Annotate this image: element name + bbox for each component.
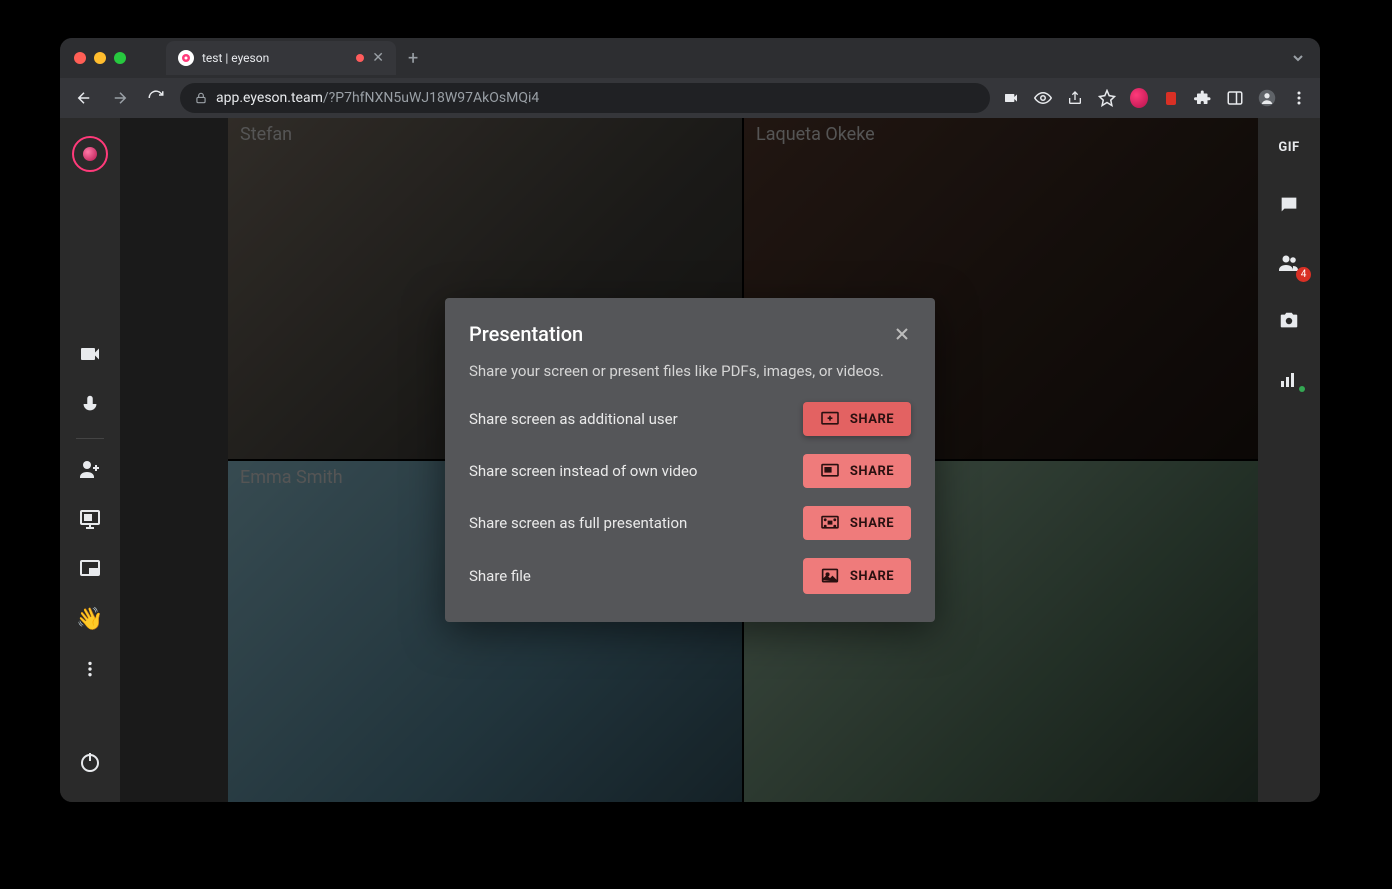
chat-button[interactable]: [1269, 190, 1309, 220]
new-tab-button[interactable]: +: [408, 48, 418, 69]
pip-button[interactable]: [70, 547, 110, 591]
profile-avatar-icon[interactable]: [1258, 89, 1276, 107]
image-file-icon: [820, 567, 840, 585]
mic-toggle[interactable]: [70, 382, 110, 426]
window-controls: [74, 52, 126, 64]
extension-eyeson-icon[interactable]: [1130, 89, 1148, 107]
eyeson-logo[interactable]: [72, 136, 108, 172]
presentation-modal: Presentation Share your screen or presen…: [445, 298, 935, 622]
tabs-dropdown-icon[interactable]: [1290, 50, 1306, 66]
connection-good-icon: [1299, 386, 1305, 392]
extensions-puzzle-icon[interactable]: [1194, 89, 1212, 107]
browser-toolbar: app.eyeson.team/?P7hfNXN5uWJ18W97AkOsMQi…: [60, 78, 1320, 118]
camera-indicator-icon[interactable]: [1002, 89, 1020, 107]
share-label: Share screen as additional user: [469, 410, 678, 428]
toolbar-actions: [1002, 89, 1308, 107]
forward-button[interactable]: [108, 86, 132, 110]
eye-icon[interactable]: [1034, 89, 1052, 107]
rail-separator: [76, 438, 104, 439]
leave-call-button[interactable]: [70, 740, 110, 784]
snapshot-button[interactable]: [1269, 306, 1309, 336]
address-bar[interactable]: app.eyeson.team/?P7hfNXN5uWJ18W97AkOsMQi…: [180, 83, 990, 113]
tab-close-icon[interactable]: ✕: [372, 50, 384, 66]
share-full-presentation-button[interactable]: SHARE: [803, 506, 911, 540]
share-label: Share screen instead of own video: [469, 462, 697, 480]
app-content: 👋 Stefan Laqueta Okeke Emma Smith: [60, 118, 1320, 802]
tab-title: test | eyeson: [202, 51, 269, 65]
lock-icon: [194, 91, 208, 105]
modal-title: Presentation: [469, 322, 583, 346]
screen-add-icon: [820, 411, 840, 427]
share-label: Share screen as full presentation: [469, 514, 687, 532]
browser-tab[interactable]: test | eyeson ✕: [166, 41, 396, 75]
share-row-file: Share file SHARE: [469, 558, 911, 594]
participant-name: Stefan: [240, 124, 292, 145]
back-button[interactable]: [72, 86, 96, 110]
participants-button[interactable]: 4: [1269, 248, 1309, 278]
screen-full-icon: [820, 515, 840, 531]
participant-name: Laqueta Okeke: [756, 124, 875, 145]
extension-icon[interactable]: [1162, 89, 1180, 107]
connection-quality-button[interactable]: [1269, 364, 1309, 394]
browser-menu-icon[interactable]: [1290, 89, 1308, 107]
add-participant-button[interactable]: [70, 447, 110, 491]
right-rail: GIF 4: [1258, 118, 1320, 802]
bookmark-star-icon[interactable]: [1098, 89, 1116, 107]
raise-hand-button[interactable]: 👋: [70, 597, 110, 641]
more-options-button[interactable]: [70, 647, 110, 691]
recording-indicator-icon: [356, 54, 364, 62]
gif-button[interactable]: GIF: [1269, 132, 1309, 162]
modal-description: Share your screen or present files like …: [469, 362, 911, 380]
camera-toggle[interactable]: [70, 332, 110, 376]
window-close[interactable]: [74, 52, 86, 64]
window-minimize[interactable]: [94, 52, 106, 64]
share-row-full-presentation: Share screen as full presentation SHARE: [469, 506, 911, 540]
modal-close-button[interactable]: [893, 325, 911, 343]
share-additional-user-button[interactable]: SHARE: [803, 402, 911, 436]
share-own-video-button[interactable]: SHARE: [803, 454, 911, 488]
share-row-own-video: Share screen instead of own video SHARE: [469, 454, 911, 488]
titlebar: test | eyeson ✕ +: [60, 38, 1320, 78]
window-zoom[interactable]: [114, 52, 126, 64]
share-label: Share file: [469, 567, 531, 585]
participants-count-badge: 4: [1296, 267, 1311, 282]
reload-button[interactable]: [144, 86, 168, 110]
side-panel-icon[interactable]: [1226, 89, 1244, 107]
browser-window: test | eyeson ✕ + app.eyeson.team/?P7hfN…: [60, 38, 1320, 802]
participant-name: Emma Smith: [240, 467, 343, 488]
url-text: app.eyeson.team/?P7hfNXN5uWJ18W97AkOsMQi…: [216, 90, 539, 106]
share-url-icon[interactable]: [1066, 89, 1084, 107]
screen-pip-icon: [820, 463, 840, 479]
left-rail: 👋: [60, 118, 120, 802]
share-row-additional-user: Share screen as additional user SHARE: [469, 402, 911, 436]
present-button[interactable]: [70, 497, 110, 541]
eyeson-favicon: [178, 50, 194, 66]
share-file-button[interactable]: SHARE: [803, 558, 911, 594]
